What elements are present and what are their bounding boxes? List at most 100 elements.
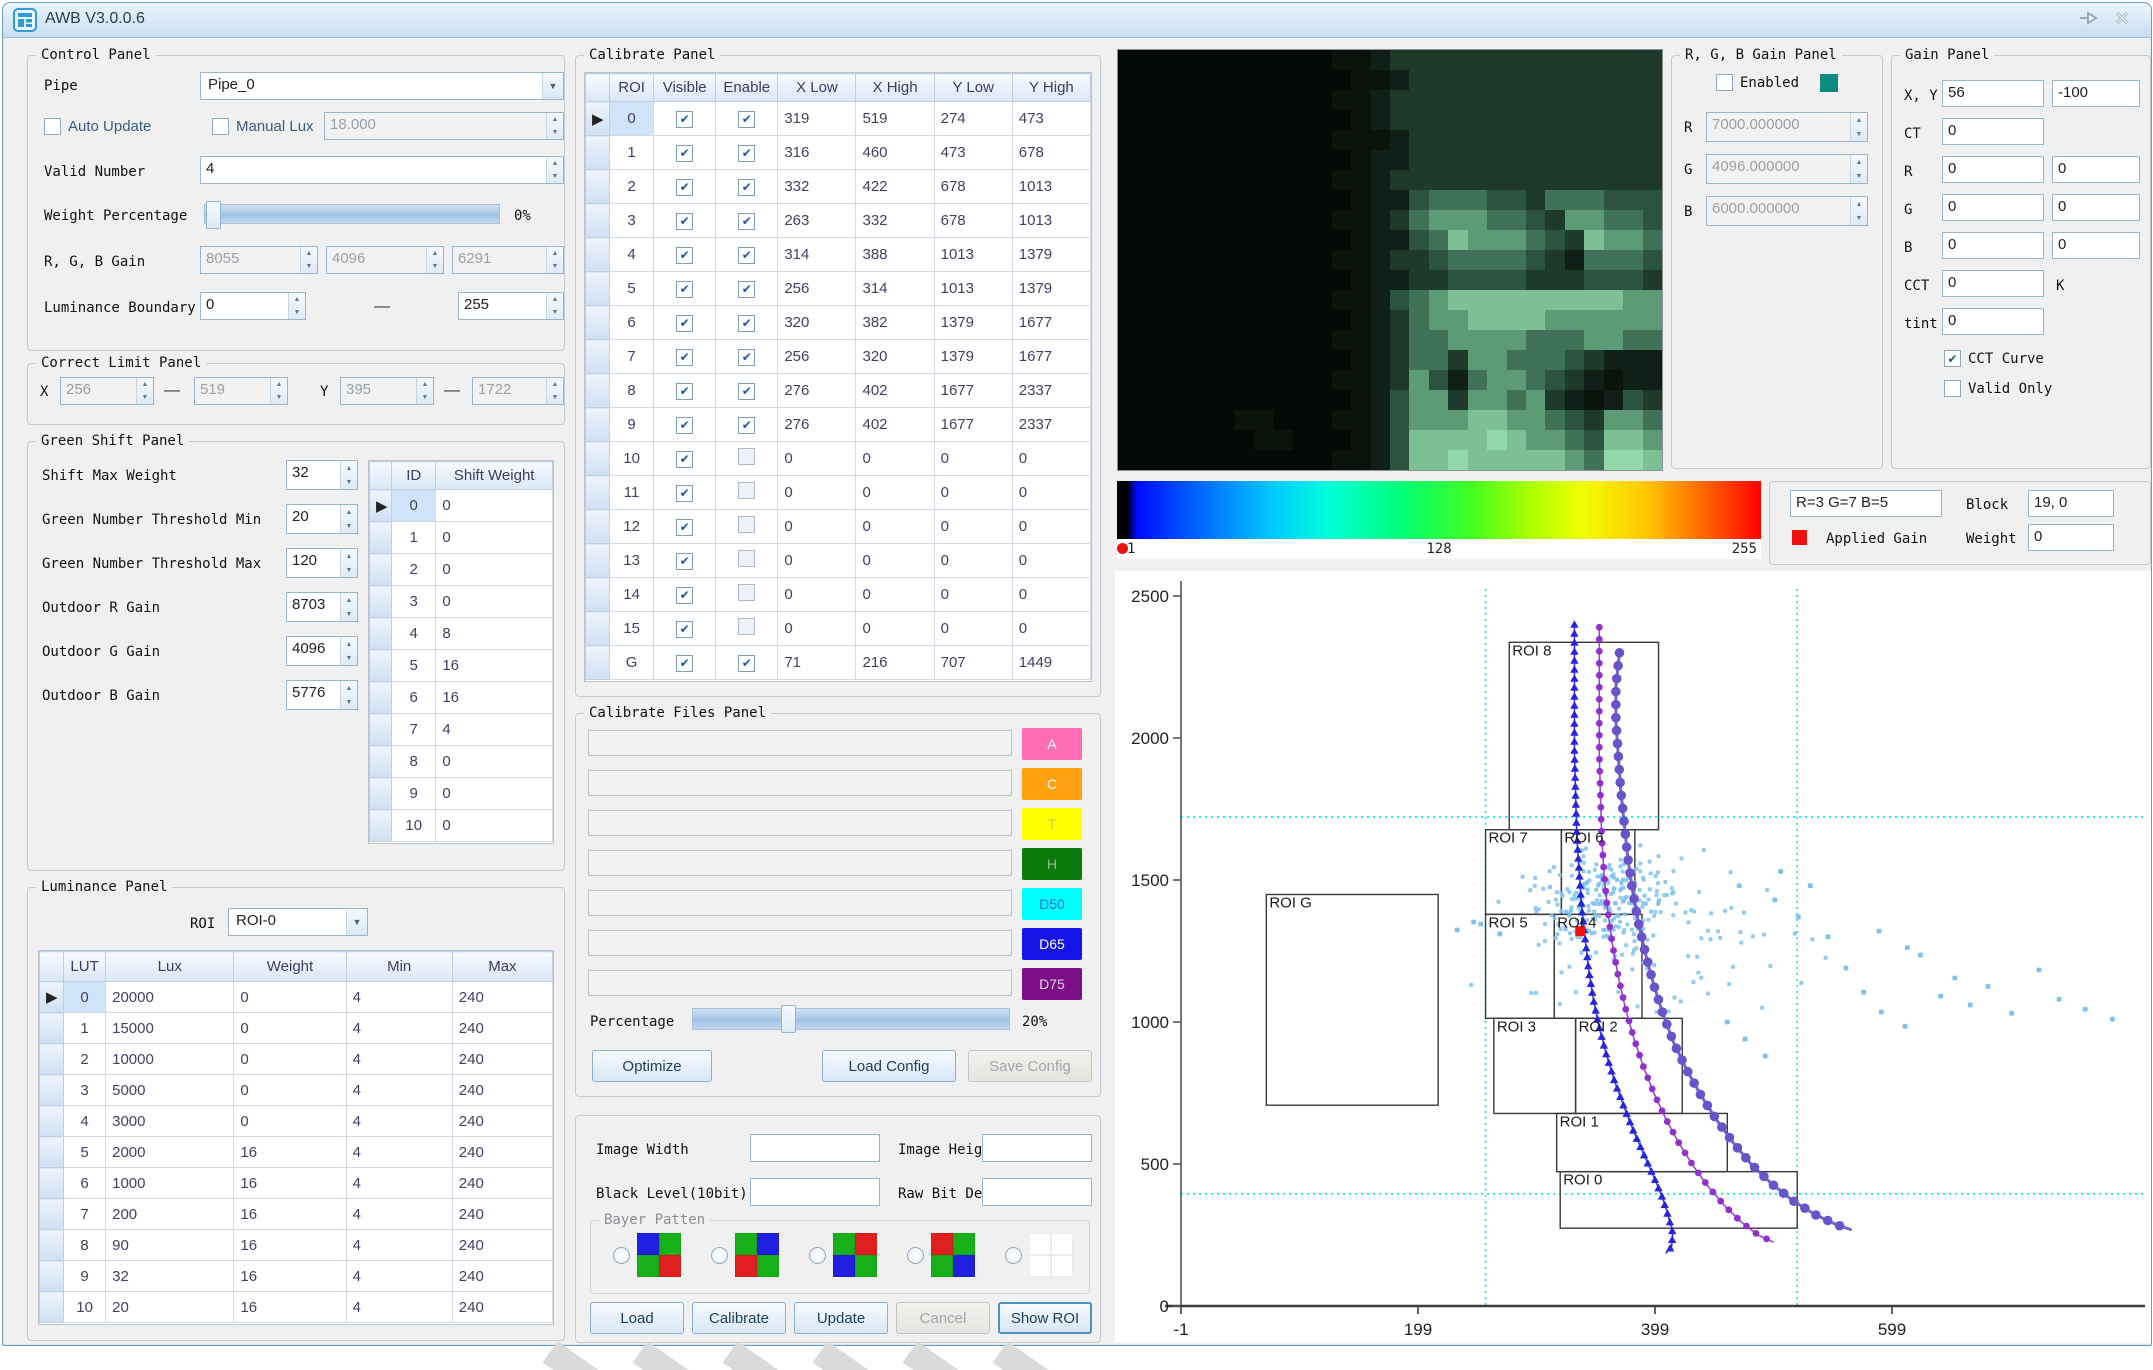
table-cell[interactable]: 256 (778, 340, 856, 374)
bayer-radio-4[interactable] (1005, 1247, 1022, 1264)
cct-curve-checkbox[interactable]: ✔ CCT Curve (1944, 350, 2044, 367)
enable-checkbox[interactable]: ✔ (738, 213, 755, 230)
table-cell[interactable]: 10 (392, 810, 436, 842)
table-cell[interactable]: 0 (778, 476, 856, 510)
column-header[interactable]: Weight (234, 952, 346, 982)
enable-checkbox[interactable]: ✔ (738, 315, 755, 332)
table-cell[interactable]: 1379 (934, 340, 1012, 374)
bayer-radio-1[interactable] (711, 1247, 728, 1264)
visible-checkbox[interactable]: ✔ (676, 179, 693, 196)
table-cell[interactable]: 274 (934, 102, 1012, 136)
table-row[interactable]: 7✔✔25632013791677 (586, 340, 1091, 374)
row-header[interactable] (370, 586, 392, 618)
column-header[interactable]: Min (346, 952, 452, 982)
gain-b-field-2[interactable]: 0 (2052, 232, 2140, 259)
table-row[interactable]: 10 (370, 522, 553, 554)
table-cell[interactable]: 4 (436, 714, 553, 746)
column-header[interactable]: ID (392, 462, 436, 490)
row-header[interactable] (586, 646, 610, 680)
table-cell[interactable]: 460 (856, 136, 934, 170)
gain-g-field-2[interactable]: 0 (2052, 194, 2140, 221)
visible-checkbox[interactable]: ✔ (676, 213, 693, 230)
column-header[interactable]: Enable (716, 74, 778, 102)
table-cell[interactable]: 4 (392, 618, 436, 650)
column-header[interactable]: X Low (778, 74, 856, 102)
table-cell[interactable]: 1013 (1012, 204, 1090, 238)
bayer-radio-2[interactable] (809, 1247, 826, 1264)
column-header[interactable]: Visible (654, 74, 716, 102)
bayer-pattern-swatch-4[interactable] (1029, 1233, 1073, 1277)
table-cell[interactable]: 0 (234, 1106, 346, 1137)
row-header[interactable] (40, 1075, 64, 1106)
table-cell[interactable]: 0 (234, 1013, 346, 1044)
table-cell[interactable]: 10 (610, 442, 654, 476)
roi-box[interactable] (1509, 642, 1658, 829)
enable-checkbox[interactable]: ✔ (738, 145, 755, 162)
table-cell[interactable]: 0 (856, 612, 934, 646)
table-cell[interactable]: G (610, 646, 654, 680)
luminance-min-spinner[interactable]: 0 ▲▼ (200, 292, 306, 320)
table-cell[interactable]: 0 (778, 442, 856, 476)
table-row[interactable]: 12✔0000 (586, 510, 1091, 544)
weight-percentage-slider[interactable] (204, 204, 500, 224)
table-row[interactable]: 1020164240 (40, 1292, 553, 1323)
row-header[interactable] (586, 510, 610, 544)
row-header[interactable] (586, 544, 610, 578)
column-header[interactable]: Max (452, 952, 552, 982)
table-cell[interactable]: 1013 (1012, 170, 1090, 204)
rgb-gain-enabled-checkbox[interactable]: Enabled (1716, 74, 1799, 91)
table-cell[interactable]: 9 (64, 1261, 106, 1292)
detach-window-icon[interactable] (2073, 9, 2103, 31)
table-cell[interactable]: 16 (234, 1261, 346, 1292)
table-cell[interactable]: 4 (346, 1199, 452, 1230)
illuminant-button-d65[interactable]: D65 (1022, 928, 1082, 960)
table-cell[interactable]: 8 (436, 618, 553, 650)
table-row[interactable]: 5✔✔25631410131379 (586, 272, 1091, 306)
green-shift-field-spinner[interactable]: 32▲▼ (286, 460, 358, 490)
slider-thumb[interactable] (206, 201, 221, 229)
table-cell[interactable]: 16 (234, 1230, 346, 1261)
table-row[interactable]: 10✔0000 (586, 442, 1091, 476)
table-cell[interactable]: 1013 (934, 272, 1012, 306)
table-cell[interactable]: 3000 (106, 1106, 234, 1137)
gain-y-field[interactable]: -100 (2052, 80, 2140, 107)
column-header[interactable]: Y Low (934, 74, 1012, 102)
visible-checkbox[interactable]: ✔ (676, 145, 693, 162)
visible-checkbox[interactable]: ✔ (676, 417, 693, 434)
table-row[interactable]: 11500004240 (40, 1013, 553, 1044)
table-cell[interactable]: 0 (856, 510, 934, 544)
table-row[interactable]: 21000004240 (40, 1044, 553, 1075)
table-cell[interactable]: 678 (1012, 136, 1090, 170)
table-cell[interactable]: 0 (234, 1075, 346, 1106)
temperature-colorbar[interactable]: 1 128 255 (1117, 481, 1761, 561)
table-row[interactable]: ▶02000004240 (40, 982, 553, 1013)
calibrate-file-input-d75[interactable] (588, 970, 1012, 996)
table-cell[interactable]: 402 (856, 408, 934, 442)
calibrate-file-input-d50[interactable] (588, 890, 1012, 916)
row-header[interactable] (40, 1199, 64, 1230)
table-cell[interactable]: 216 (856, 646, 934, 680)
table-cell[interactable]: 0 (436, 778, 553, 810)
table-row[interactable]: 890164240 (40, 1230, 553, 1261)
percentage-slider[interactable] (692, 1008, 1010, 1030)
table-cell[interactable]: 5 (392, 650, 436, 682)
cct-chart[interactable]: 05001000150020002500-1199399599ROI 0ROI … (1115, 571, 2151, 1343)
row-header[interactable] (586, 442, 610, 476)
visible-checkbox[interactable]: ✔ (676, 621, 693, 638)
table-row[interactable]: 74 (370, 714, 553, 746)
visible-checkbox[interactable]: ✔ (676, 485, 693, 502)
table-cell[interactable]: 10 (64, 1292, 106, 1323)
image-preview[interactable] (1117, 49, 1663, 471)
enable-checkbox[interactable]: ✔ (738, 281, 755, 298)
table-cell[interactable]: 0 (64, 982, 106, 1013)
table-cell[interactable]: 1379 (1012, 238, 1090, 272)
table-row[interactable]: 7200164240 (40, 1199, 553, 1230)
row-header[interactable] (370, 778, 392, 810)
visible-checkbox[interactable]: ✔ (676, 655, 693, 672)
table-row[interactable]: 2✔✔3324226781013 (586, 170, 1091, 204)
illuminant-button-c[interactable]: C (1022, 768, 1082, 800)
row-header[interactable] (586, 408, 610, 442)
table-cell[interactable]: 240 (452, 1013, 552, 1044)
table-cell[interactable]: 7 (392, 714, 436, 746)
table-row[interactable]: 616 (370, 682, 553, 714)
